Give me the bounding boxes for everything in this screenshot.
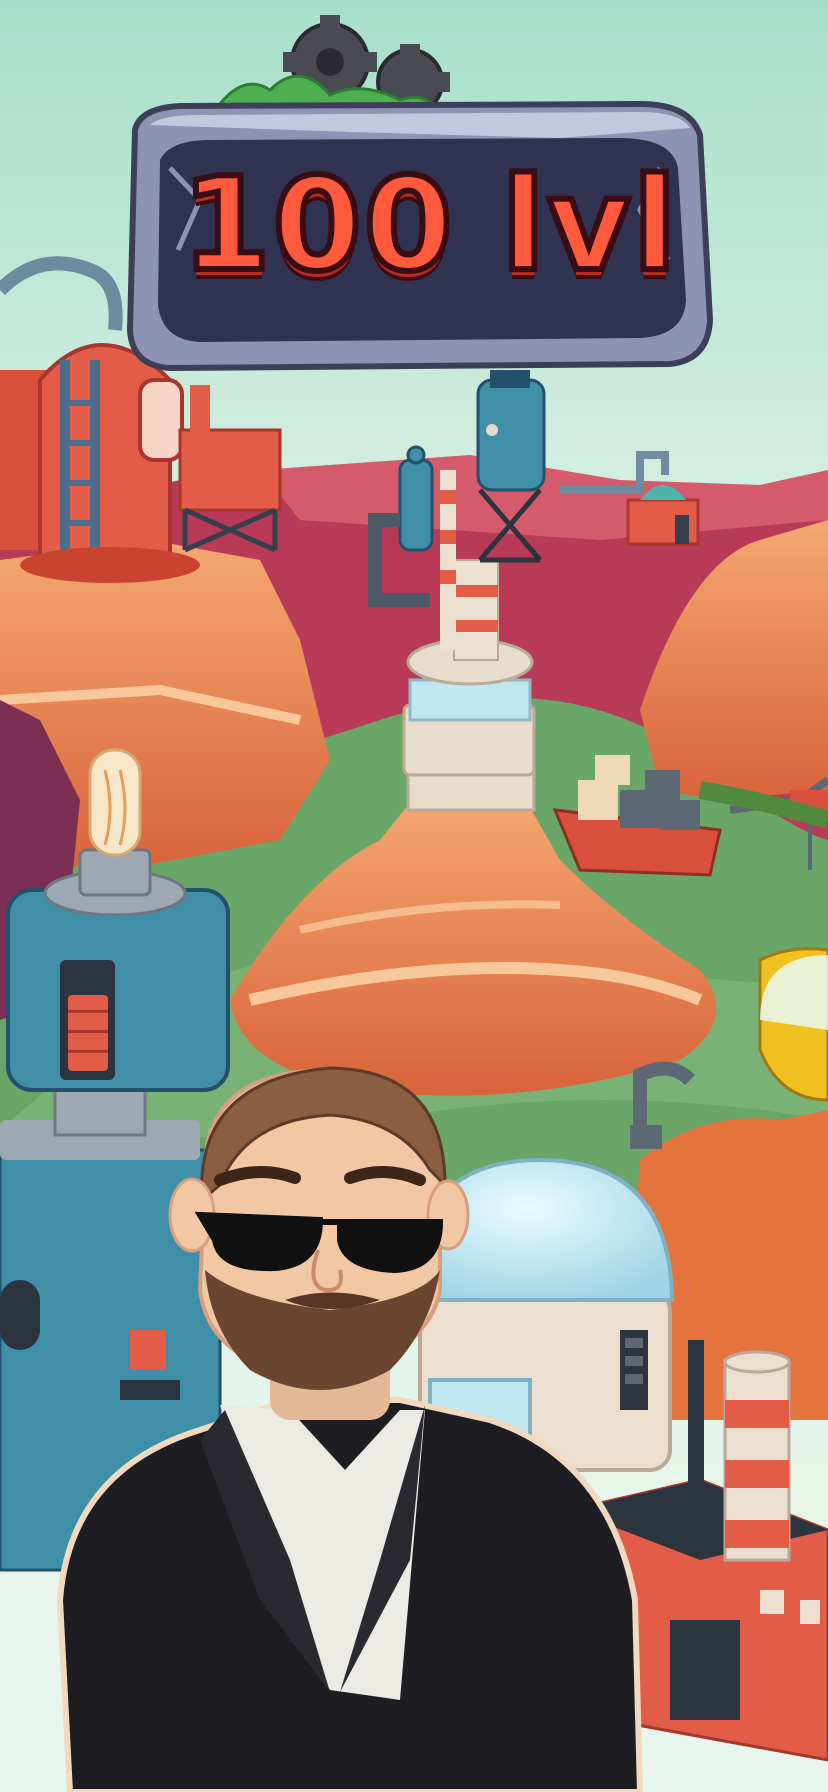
level-text: 100 lvl [179,148,680,303]
